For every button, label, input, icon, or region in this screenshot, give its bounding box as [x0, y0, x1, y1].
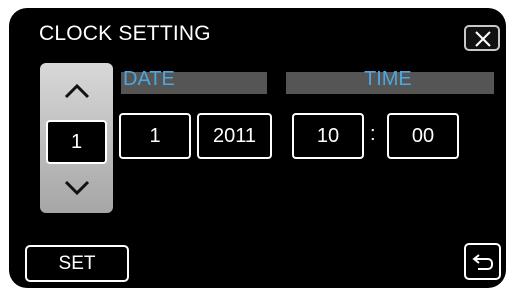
minute-field[interactable]: 00	[387, 113, 459, 159]
close-button[interactable]	[464, 25, 500, 51]
hour-field[interactable]: 10	[292, 113, 364, 159]
chevron-up-icon[interactable]	[64, 83, 90, 99]
clock-setting-screen: CLOCK SETTING 1 DATE TIME 1 2011 10 : 00…	[9, 8, 506, 288]
time-label: TIME	[364, 68, 412, 90]
time-separator: :	[370, 123, 376, 145]
return-arrow-icon	[472, 254, 493, 270]
stepper-value: 1	[46, 120, 107, 164]
back-button[interactable]	[464, 243, 501, 280]
day-field[interactable]: 1	[119, 113, 191, 159]
value-stepper: 1	[40, 63, 113, 213]
year-field[interactable]: 2011	[197, 113, 272, 159]
date-label: DATE	[123, 68, 175, 90]
page-title: CLOCK SETTING	[39, 22, 211, 45]
close-icon	[475, 31, 491, 47]
set-button[interactable]: SET	[25, 245, 129, 282]
chevron-down-icon[interactable]	[64, 180, 90, 196]
